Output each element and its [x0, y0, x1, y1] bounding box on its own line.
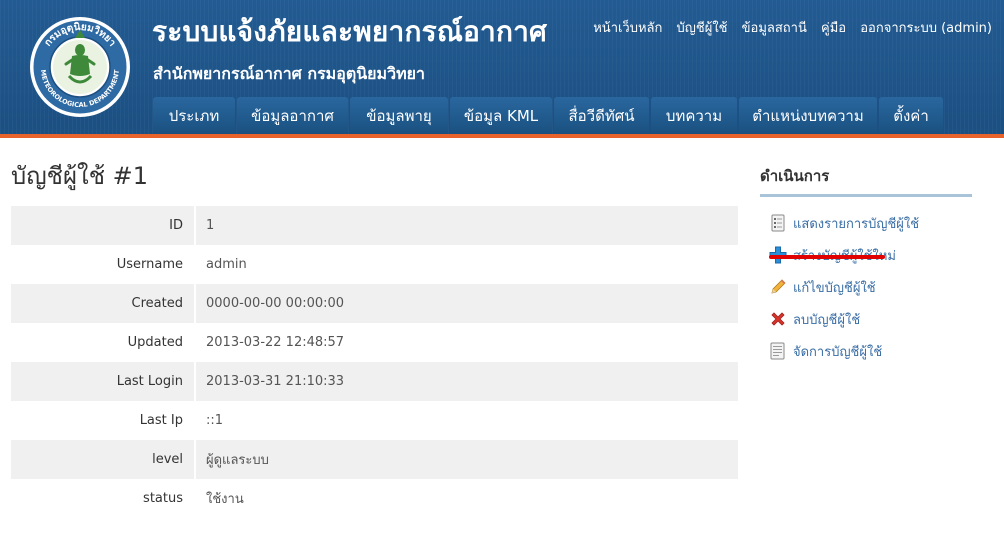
op-list-users[interactable]: แสดงรายการบัญชีผู้ใช้	[769, 213, 919, 233]
user-detail-table: ID 1 Username admin Created 0000-00-00 0…	[11, 206, 738, 518]
field-label-last-login: Last Login	[11, 362, 196, 401]
field-label-level: level	[11, 440, 196, 479]
tab-storm-data[interactable]: ข้อมูลพายุ	[350, 97, 448, 135]
page-title: บัญชีผู้ใช้ #1	[11, 162, 149, 190]
field-label-updated: Updated	[11, 323, 196, 362]
op-label: ลบบัญชีผู้ใช้	[793, 312, 861, 328]
header-accent-line	[0, 134, 1004, 138]
tab-settings[interactable]: ตั้งค่า	[879, 97, 943, 135]
delete-x-icon	[769, 310, 787, 328]
table-row: Updated 2013-03-22 12:48:57	[11, 323, 738, 362]
field-label-status: status	[11, 479, 196, 518]
table-row: ID 1	[11, 206, 738, 245]
tab-weather-data[interactable]: ข้อมูลอากาศ	[237, 97, 348, 135]
field-label-last-ip: Last Ip	[11, 401, 196, 440]
field-label-id: ID	[11, 206, 196, 245]
main-nav: ประเภท ข้อมูลอากาศ ข้อมูลพายุ ข้อมูล KML…	[153, 97, 945, 135]
table-row: Created 0000-00-00 00:00:00	[11, 284, 738, 323]
op-edit-user[interactable]: แก้ไขบัญชีผู้ใช้	[769, 277, 876, 297]
table-row: Username admin	[11, 245, 738, 284]
tab-video-media[interactable]: สื่อวีดีทัศน์	[554, 97, 649, 135]
site-title: ระบบแจ้งภัยและพยากรณ์อากาศ	[152, 15, 548, 48]
op-manage-users[interactable]: จัดการบัญชีผู้ใช้	[769, 341, 882, 361]
field-value-last-login: 2013-03-31 21:10:33	[206, 374, 345, 389]
op-label: แสดงรายการบัญชีผู้ใช้	[793, 216, 920, 232]
link-station-data[interactable]: ข้อมูลสถานี	[742, 21, 807, 36]
highlight-underline	[769, 255, 885, 259]
op-label: แก้ไขบัญชีผู้ใช้	[793, 280, 876, 296]
op-delete-user[interactable]: ลบบัญชีผู้ใช้	[769, 309, 860, 329]
op-label: จัดการบัญชีผู้ใช้	[793, 344, 883, 360]
field-value-status: ใช้งาน	[206, 492, 244, 507]
tab-type[interactable]: ประเภท	[153, 97, 235, 135]
list-document-icon	[769, 214, 787, 232]
site-header: กรมอุตุนิยมวิทยา METEOROLOGICAL DEPARTME…	[0, 0, 1004, 136]
pencil-icon	[769, 278, 787, 296]
link-logout[interactable]: ออกจากระบบ (admin)	[860, 21, 992, 36]
field-value-updated: 2013-03-22 12:48:57	[206, 335, 345, 350]
table-row: level ผู้ดูแลระบบ	[11, 440, 738, 479]
table-row: Last Ip ::1	[11, 401, 738, 440]
operations-sidebar: ดำเนินการ แสดงรายการบัญชีผู้ใช้ สร้างบัญ…	[760, 164, 972, 360]
field-value-last-ip: ::1	[206, 413, 224, 428]
link-user-accounts[interactable]: บัญชีผู้ใช้	[677, 21, 728, 36]
link-manual[interactable]: คู่มือ	[821, 21, 846, 36]
manage-document-icon	[769, 342, 787, 360]
sidebar-title: ดำเนินการ	[760, 164, 972, 197]
table-row: status ใช้งาน	[11, 479, 738, 518]
field-value-level: ผู้ดูแลระบบ	[206, 453, 269, 468]
tab-article-positions[interactable]: ตำแหน่งบทความ	[739, 97, 877, 135]
field-value-id: 1	[206, 218, 215, 233]
meteorological-department-logo[interactable]: กรมอุตุนิยมวิทยา METEOROLOGICAL DEPARTME…	[29, 16, 131, 118]
tab-kml-data[interactable]: ข้อมูล KML	[450, 97, 552, 135]
site-subtitle: สำนักพยากรณ์อากาศ กรมอุตุนิยมวิทยา	[153, 64, 425, 83]
field-value-created: 0000-00-00 00:00:00	[206, 296, 345, 311]
field-label-created: Created	[11, 284, 196, 323]
link-home[interactable]: หน้าเว็บหลัก	[593, 21, 662, 36]
table-row: Last Login 2013-03-31 21:10:33	[11, 362, 738, 401]
top-links: หน้าเว็บหลัก บัญชีผู้ใช้ ข้อมูลสถานี คู่…	[583, 17, 992, 38]
field-label-username: Username	[11, 245, 196, 284]
tab-articles[interactable]: บทความ	[651, 97, 737, 135]
field-value-username: admin	[206, 257, 247, 272]
